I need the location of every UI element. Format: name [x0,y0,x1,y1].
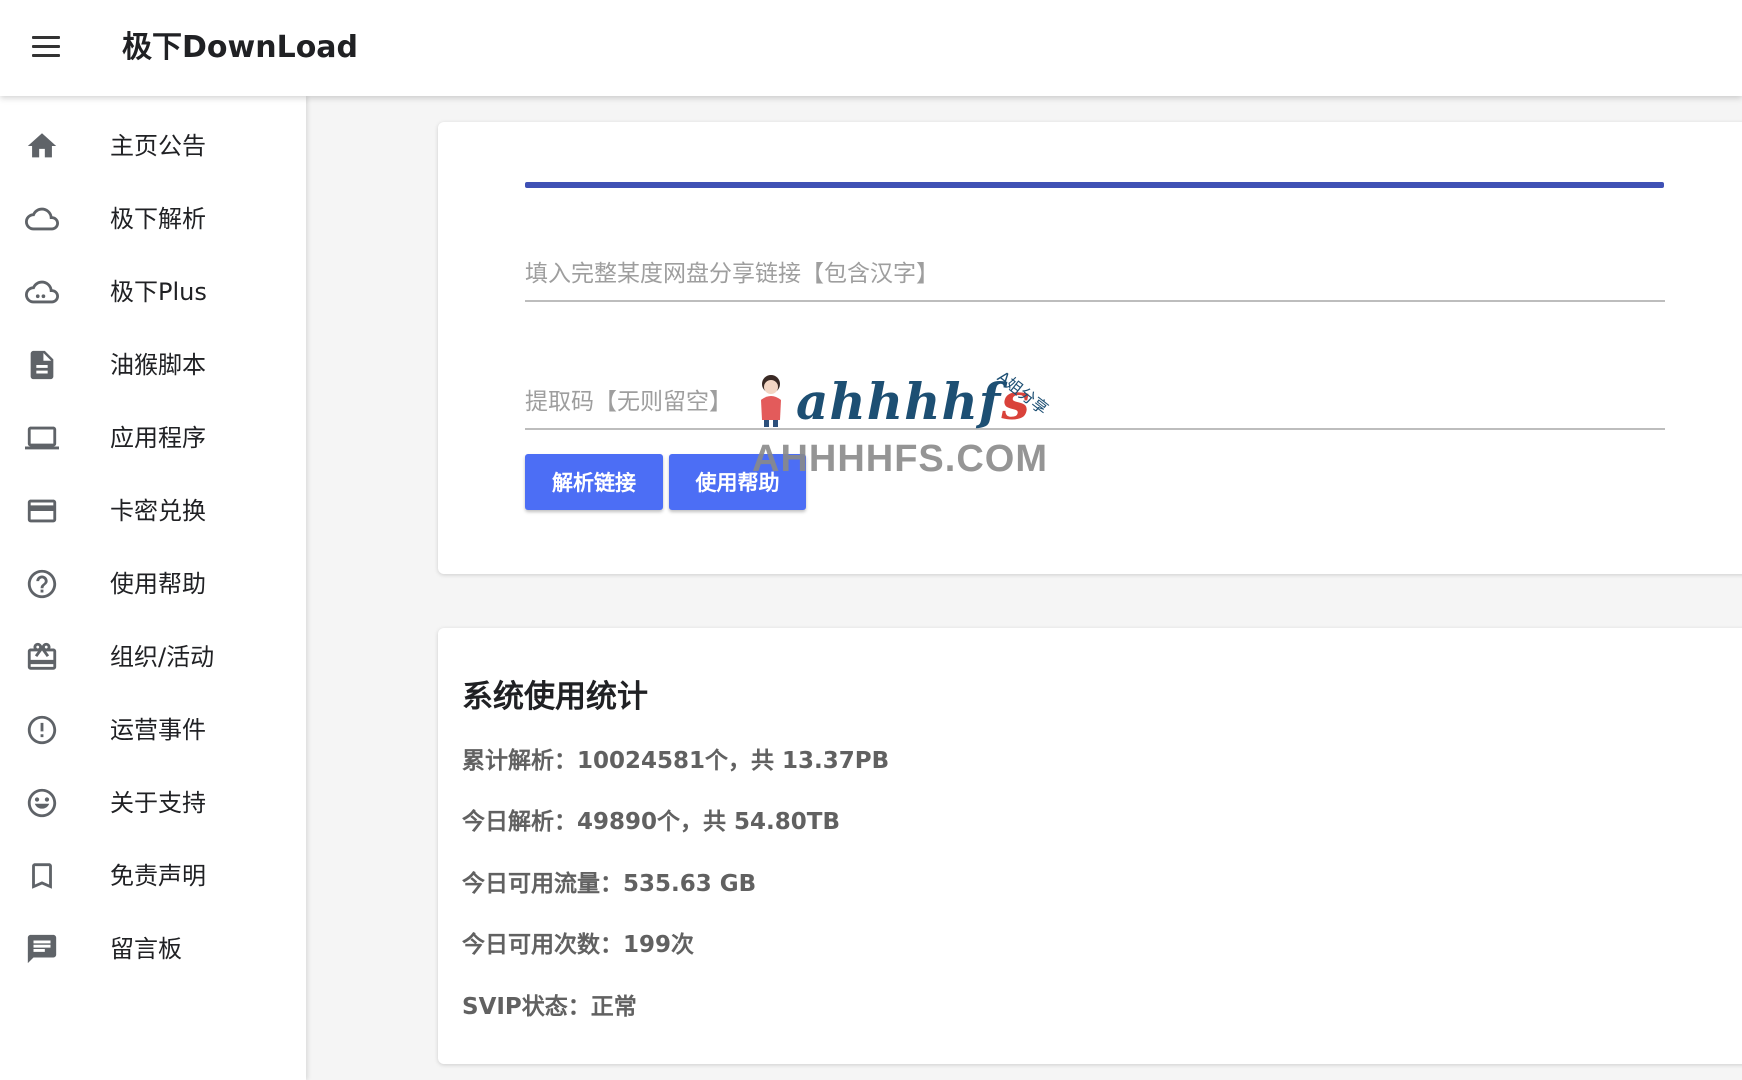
sidebar-item-home[interactable]: 主页公告 [0,114,306,178]
progress-bar [525,182,1664,188]
sidebar-item-label: 免责声明 [110,862,206,890]
message-icon [24,933,60,965]
sidebar-item-label: 关于支持 [110,789,206,817]
sidebar-item-label: 油猴脚本 [110,351,206,379]
stats-title: 系统使用统计 [462,679,648,715]
document-icon [24,349,60,381]
sidebar-item-label: 留言板 [110,935,182,963]
cloud-outline-icon [24,203,60,235]
sidebar-item-label: 主页公告 [110,132,206,160]
app-bar: 极下DownLoad [0,0,1742,96]
sidebar-item-help[interactable]: 使用帮助 [0,552,306,616]
help-circle-icon [24,568,60,600]
stat-svip-status: SVIP状态：正常 [462,994,637,1020]
share-link-field[interactable] [525,242,1665,302]
gift-card-icon [24,641,60,673]
stat-today-count: 今日可用次数：199次 [462,932,695,958]
sidebar: 主页公告 极下解析 极下Plus 油猴脚本 应用程序 卡密兑换 使用帮助 组织/… [0,96,306,1080]
help-button[interactable]: 使用帮助 [669,454,806,510]
bookmark-icon [24,860,60,892]
smiley-icon [24,787,60,819]
app-title: 极下DownLoad [122,30,359,65]
home-icon [24,130,60,162]
sidebar-item-guestbook[interactable]: 留言板 [0,917,306,981]
share-link-input[interactable] [525,254,1665,294]
stat-today-traffic: 今日可用流量：535.63 GB [462,871,757,897]
extract-code-field[interactable] [525,370,1665,430]
sidebar-item-redeem[interactable]: 卡密兑换 [0,479,306,543]
sidebar-item-plus[interactable]: 极下Plus [0,260,306,324]
credit-card-icon [24,495,60,527]
sidebar-item-activities[interactable]: 组织/活动 [0,625,306,689]
parse-link-button[interactable]: 解析链接 [525,454,663,510]
menu-icon[interactable] [32,36,64,62]
alert-circle-icon [24,714,60,746]
sidebar-item-parse[interactable]: 极下解析 [0,187,306,251]
sidebar-item-about[interactable]: 关于支持 [0,771,306,835]
sidebar-item-label: 使用帮助 [110,570,206,598]
stat-total-parsed: 累计解析：10024581个，共 13.37PB [462,748,890,774]
sidebar-item-label: 组织/活动 [110,643,215,671]
sidebar-item-label: 应用程序 [110,424,206,452]
sidebar-item-label: 卡密兑换 [110,497,206,525]
extract-code-input[interactable] [525,382,1665,422]
stat-today-parsed: 今日解析：49890个，共 54.80TB [462,809,840,835]
sidebar-item-events[interactable]: 运营事件 [0,698,306,762]
sidebar-item-label: 极下Plus [110,278,207,306]
sidebar-item-label: 运营事件 [110,716,206,744]
cloud-queue-icon [24,276,60,308]
laptop-icon [24,422,60,454]
sidebar-item-apps[interactable]: 应用程序 [0,406,306,470]
sidebar-item-scripts[interactable]: 油猴脚本 [0,333,306,397]
sidebar-item-disclaimer[interactable]: 免责声明 [0,844,306,908]
sidebar-item-label: 极下解析 [110,205,206,233]
